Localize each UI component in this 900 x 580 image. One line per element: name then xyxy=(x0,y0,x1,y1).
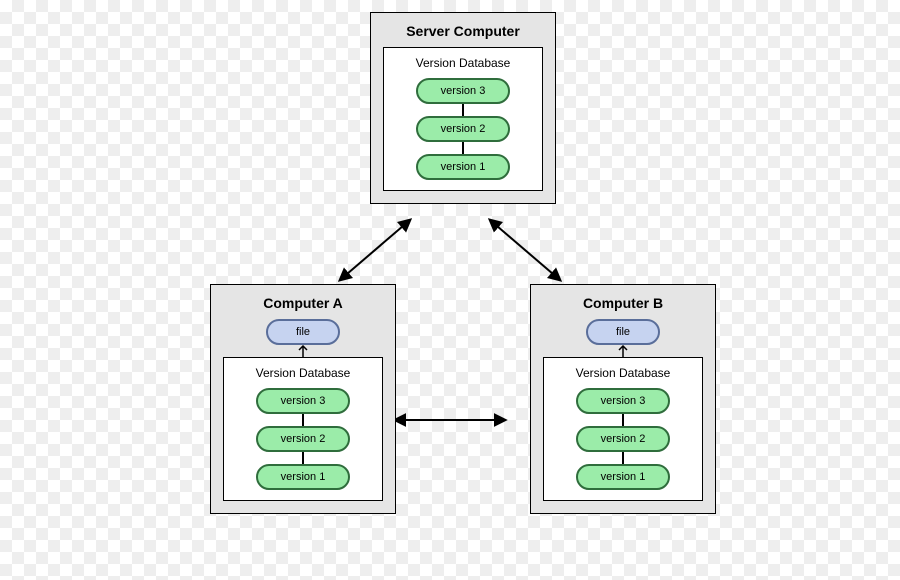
computer-b-title: Computer B xyxy=(543,295,703,311)
computer-b-version-1: version 1 xyxy=(576,464,670,490)
computer-a-version-2: version 2 xyxy=(256,426,350,452)
server-db-label: Version Database xyxy=(392,56,534,70)
computer-b-box: Computer B file Version Database version… xyxy=(530,284,716,514)
connector-line xyxy=(302,452,304,464)
server-title: Server Computer xyxy=(383,23,543,39)
connector-line xyxy=(462,104,464,116)
computer-b-version-2: version 2 xyxy=(576,426,670,452)
server-version-2: version 2 xyxy=(416,116,510,142)
connector-line xyxy=(302,414,304,426)
computer-a-title: Computer A xyxy=(223,295,383,311)
computer-a-version-1: version 1 xyxy=(256,464,350,490)
computer-a-file: file xyxy=(266,319,340,345)
up-arrow-icon xyxy=(618,345,628,357)
computer-b-file: file xyxy=(586,319,660,345)
computer-a-version-3: version 3 xyxy=(256,388,350,414)
up-arrow-icon xyxy=(298,345,308,357)
computer-b-version-3: version 3 xyxy=(576,388,670,414)
computer-b-db-label: Version Database xyxy=(552,366,694,380)
server-box: Server Computer Version Database version… xyxy=(370,12,556,204)
computer-b-db: Version Database version 3 version 2 ver… xyxy=(543,357,703,501)
computer-a-db: Version Database version 3 version 2 ver… xyxy=(223,357,383,501)
connector-line xyxy=(622,414,624,426)
connector-line xyxy=(622,452,624,464)
connector-line xyxy=(462,142,464,154)
computer-a-db-label: Version Database xyxy=(232,366,374,380)
server-db: Version Database version 3 version 2 ver… xyxy=(383,47,543,191)
server-version-3: version 3 xyxy=(416,78,510,104)
server-version-1: version 1 xyxy=(416,154,510,180)
computer-a-box: Computer A file Version Database version… xyxy=(210,284,396,514)
